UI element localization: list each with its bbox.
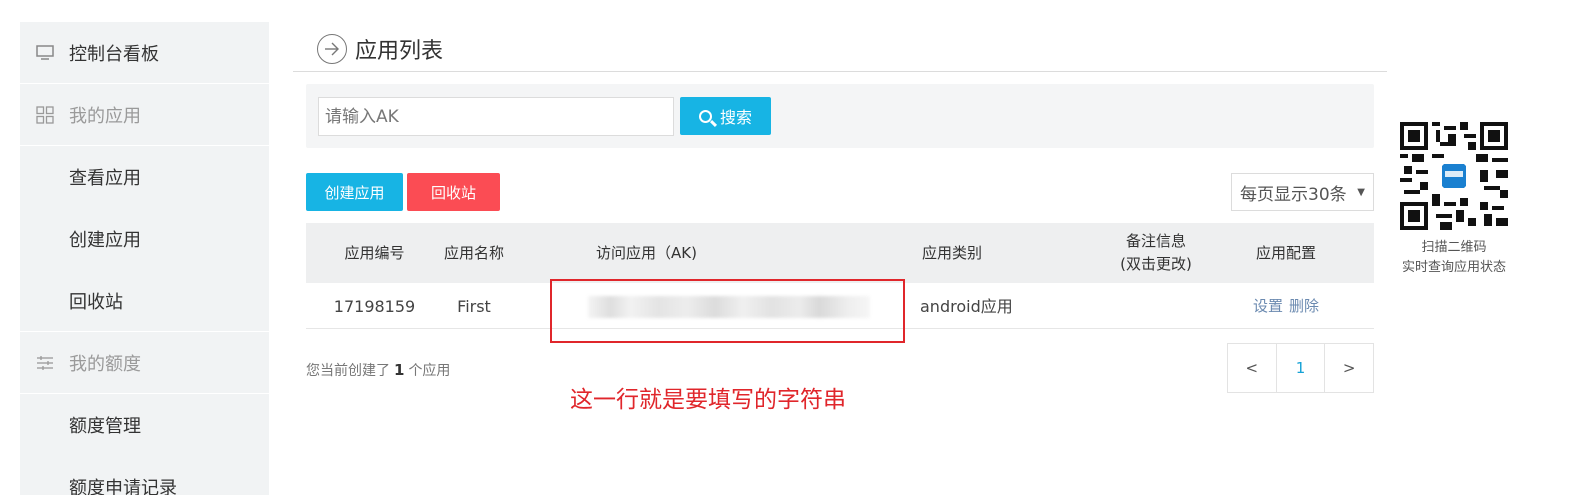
cell-app-note[interactable] [1106,284,1206,328]
count-suffix: 个应用 [408,363,451,379]
qr-caption: 扫描二维码 实时查询应用状态 [1387,238,1521,278]
sidebar-item-quota-history[interactable]: 额度申请记录 [20,456,269,495]
sidebar-section-label: 我的应用 [69,105,141,127]
recycle-bin-button-label: 回收站 [430,183,476,202]
pager-prev-button[interactable]: < [1228,344,1277,392]
sidebar-item-recycle[interactable]: 回收站 [20,270,269,332]
page-size-select[interactable]: 每页显示30条 ▼ [1231,173,1374,211]
page-title-text: 应用列表 [355,39,444,64]
sidebar-item-label: 控制台看板 [69,43,159,65]
app-count-text: 您当前创建了 1 个应用 [306,360,450,380]
qr-caption-line-1: 扫描二维码 [1421,240,1487,255]
pager-next-button[interactable]: > [1325,344,1373,392]
grid-icon [36,105,54,124]
create-app-button[interactable]: 创建应用 [306,173,403,211]
search-button-label: 搜索 [719,110,752,127]
delete-link[interactable]: 删除 [1289,295,1319,318]
arrow-right-circle-icon [317,34,347,64]
page-title: 应用列表 [317,33,443,65]
sidebar-item-view-apps[interactable]: 查看应用 [20,146,269,208]
highlight-box [550,279,905,343]
cell-app-actions: 设置 删除 [1236,284,1336,328]
divider [293,71,1387,72]
count-prefix: 您当前创建了 [306,363,390,379]
sidebar-item-label: 额度管理 [69,416,141,437]
cell-app-category: android应用 [920,296,1013,316]
sidebar: 控制台看板 我的应用 查看应用 创建应用 回收站 我的额度 额度管理 额度申请记… [20,22,269,495]
search-button[interactable]: 搜索 [680,97,771,135]
sidebar-item-create-app[interactable]: 创建应用 [20,208,269,270]
table-header: 应用编号 应用名称 访问应用（AK) 应用类别 备注信息 (双击更改) 应用配置 [306,223,1374,283]
sliders-icon [36,354,54,372]
qr-code-image [1400,122,1508,230]
sidebar-section-my-quota[interactable]: 我的额度 [20,332,269,394]
recycle-bin-button[interactable]: 回收站 [407,173,500,211]
ak-search-input[interactable] [318,97,674,136]
sidebar-section-my-apps[interactable]: 我的应用 [20,84,269,146]
sidebar-item-label: 查看应用 [69,168,141,189]
sidebar-section-label: 我的额度 [69,353,141,375]
column-header-note: 备注信息 (双击更改) [1120,232,1192,273]
column-header-ak: 访问应用（AK) [596,243,697,262]
sidebar-item-dashboard[interactable]: 控制台看板 [20,22,269,84]
count-value: 1 [394,361,405,379]
sidebar-item-label: 创建应用 [69,230,141,251]
column-header-name: 应用名称 [443,243,504,262]
cell-app-name: First [457,296,491,316]
annotation-text: 这一行就是要填写的字符串 [570,387,846,413]
sidebar-item-label: 回收站 [69,291,123,313]
settings-link[interactable]: 设置 [1253,295,1283,318]
qr-caption-line-2: 实时查询应用状态 [1401,260,1506,275]
monitor-icon [36,44,54,62]
caret-down-icon: ▼ [1357,187,1365,198]
column-header-config: 应用配置 [1255,243,1316,262]
pagination: < 1 > [1227,343,1374,393]
cell-app-id: 17198159 [333,296,416,316]
page-size-value: 每页显示30条 [1240,184,1347,205]
column-header-category: 应用类别 [922,243,983,262]
sidebar-item-label: 额度申请记录 [69,478,177,495]
column-header-id: 应用编号 [344,243,405,262]
search-icon [698,109,712,123]
sidebar-item-quota-manage[interactable]: 额度管理 [20,394,269,456]
create-app-button-label: 创建应用 [324,183,385,202]
pager-page-1[interactable]: 1 [1277,344,1326,392]
